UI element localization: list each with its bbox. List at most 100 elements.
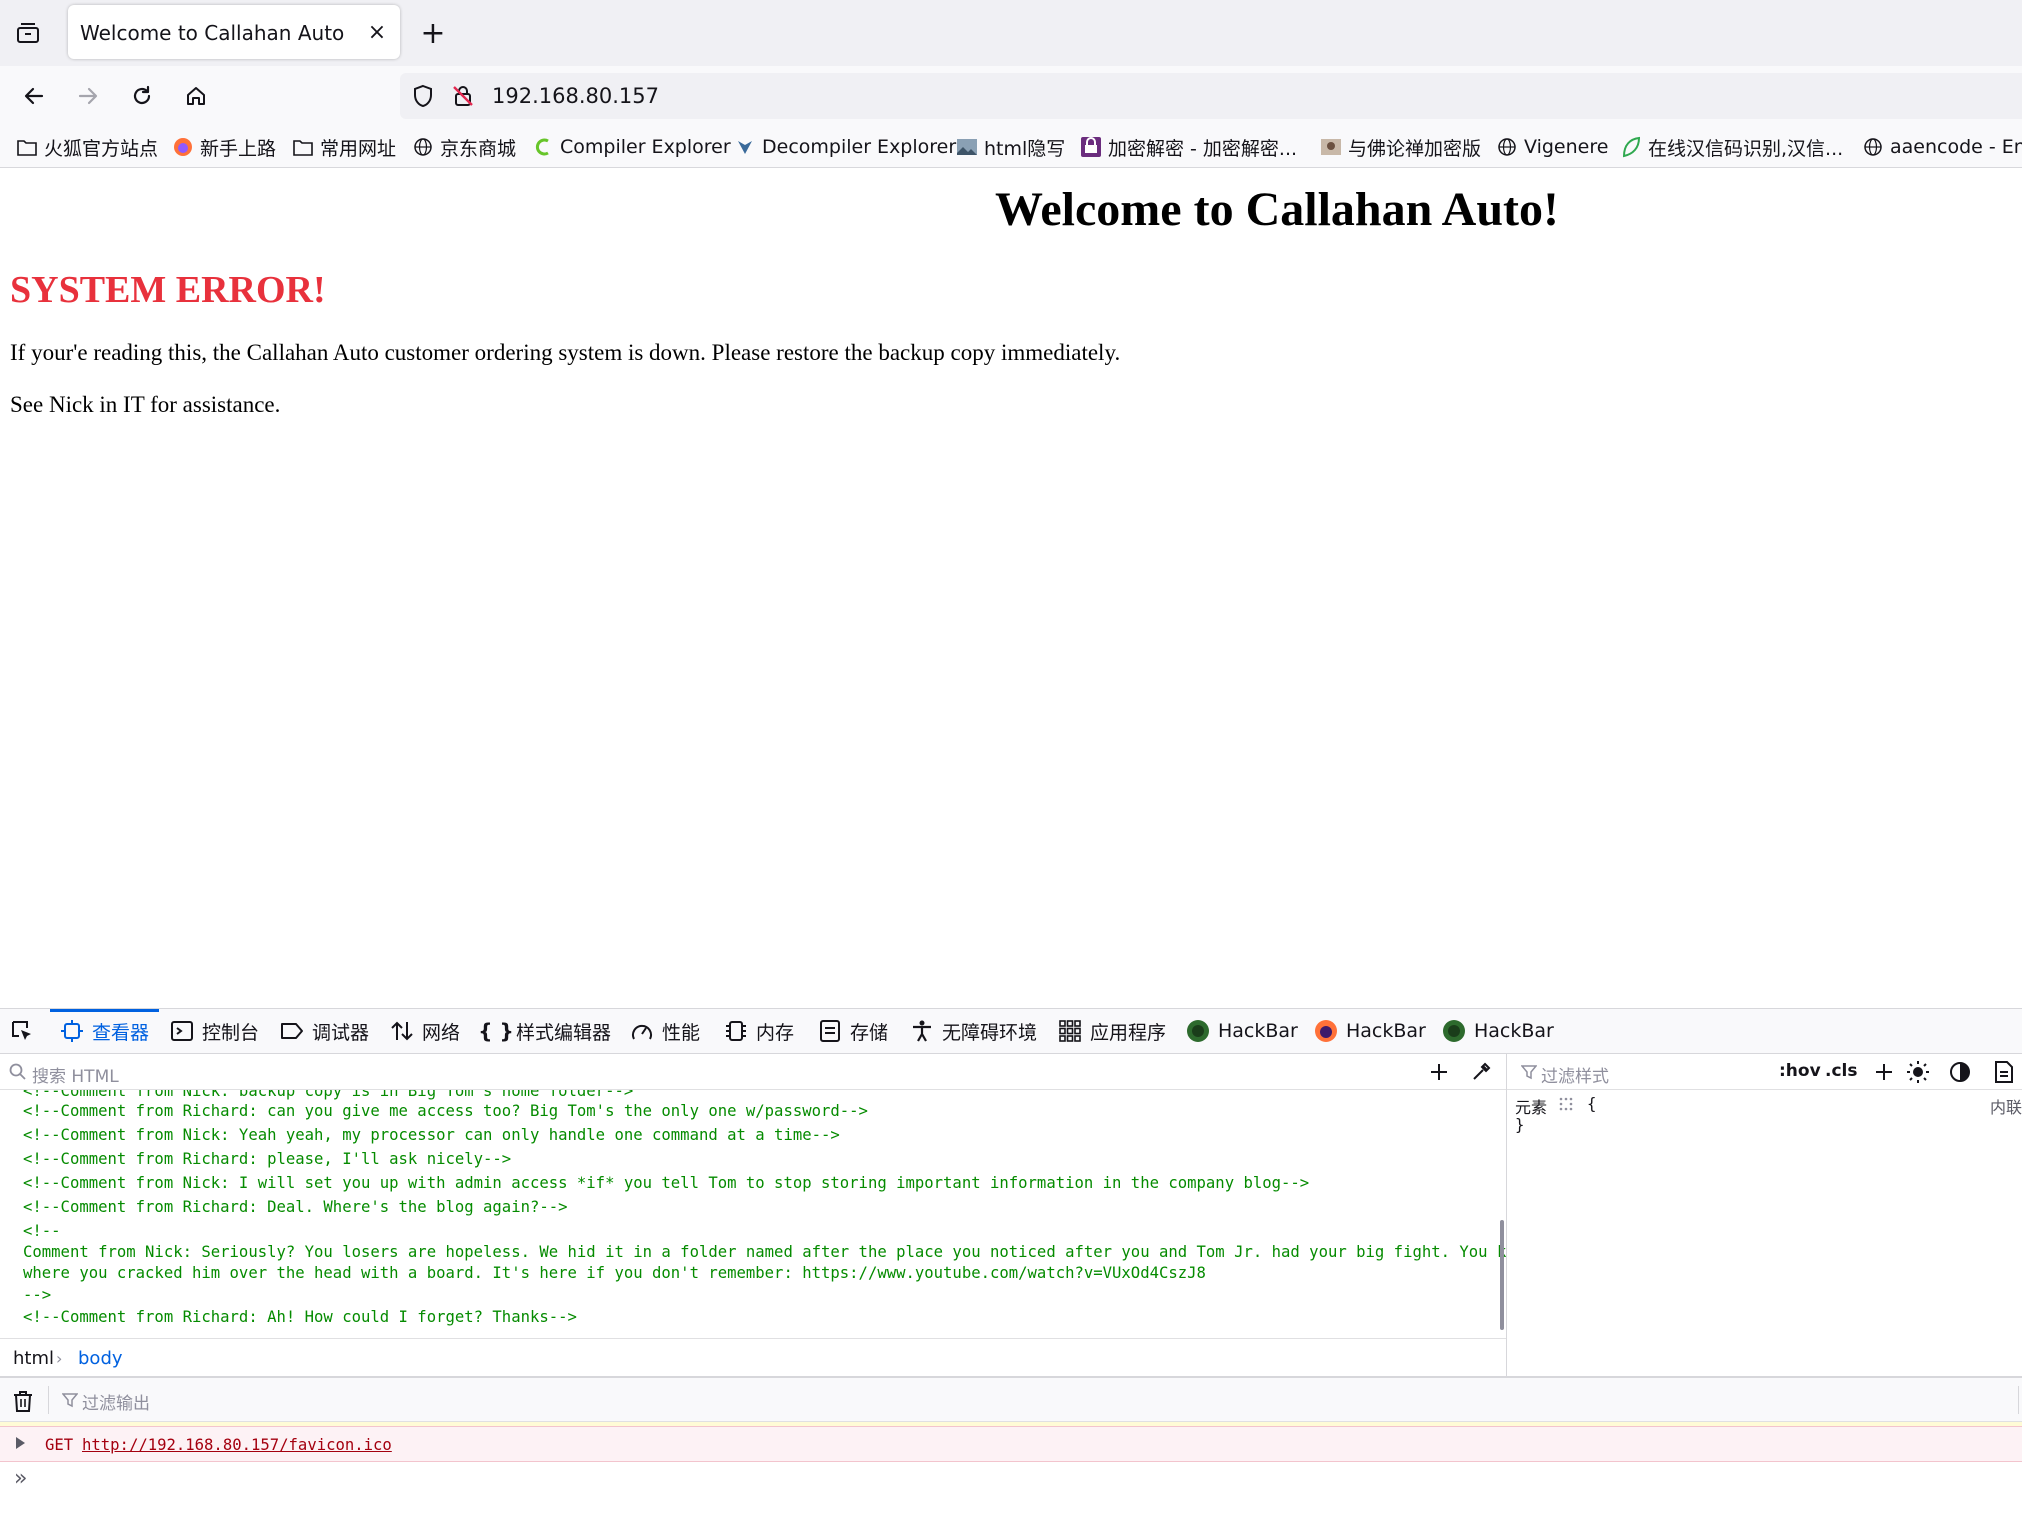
bookmark-item[interactable]: 与佛论禅加密版 (1320, 134, 1481, 160)
element-selector: 元素 (1515, 1098, 1548, 1117)
html-search-bar[interactable]: 搜索 HTML (0, 1054, 1506, 1090)
tab-strip: Welcome to Callahan Auto × + (0, 0, 2022, 66)
shield-icon[interactable] (410, 83, 436, 109)
filter-output-input[interactable]: 过滤输出 (82, 1389, 150, 1414)
url-bar[interactable]: 192.168.80.157 (400, 73, 2022, 119)
folder-icon (292, 136, 314, 158)
breadcrumb-html[interactable]: html (13, 1348, 54, 1369)
markup-view[interactable]: <!--Comment from Nick: backup copy is in… (0, 1090, 1506, 1338)
markup-comment[interactable]: <!--Comment from Nick: I will set you up… (23, 1174, 1309, 1192)
tab-accessibility[interactable]: 无障碍环境 (910, 1009, 1037, 1053)
bookmark-item[interactable]: 京东商城 (412, 134, 516, 160)
bookmark-item[interactable]: aaencode - Enc (1862, 134, 2022, 160)
toolbar-divider (2018, 1386, 2019, 1414)
tab-debugger[interactable]: 调试器 (280, 1009, 369, 1053)
firefox-icon (172, 136, 194, 158)
bookmark-item[interactable]: 常用网址 (292, 134, 396, 160)
tab-close-icon[interactable]: × (364, 19, 390, 45)
inspector-icon (60, 1019, 84, 1043)
tab-hackbar-2[interactable]: HackBar (1314, 1009, 1426, 1053)
breadcrumb-body[interactable]: body (78, 1348, 123, 1369)
markup-comment[interactable]: <!--Comment from Richard: Ah! How could … (23, 1308, 577, 1326)
forward-icon[interactable] (70, 78, 106, 114)
reload-icon[interactable] (124, 78, 160, 114)
insecure-lock-icon[interactable] (450, 83, 476, 109)
error-heading: SYSTEM ERROR! (10, 269, 326, 311)
markup-comment[interactable]: <!--Comment from Richard: Deal. Where's … (23, 1198, 568, 1216)
tab-list-icon[interactable] (10, 16, 46, 50)
close-brace: } (1515, 1116, 1525, 1134)
search-html-placeholder[interactable]: 搜索 HTML (32, 1062, 119, 1087)
tab-hackbar-1[interactable]: HackBar (1186, 1009, 1298, 1053)
globe-icon (1862, 136, 1884, 158)
back-icon[interactable] (16, 78, 52, 114)
bookmark-item[interactable]: 火狐官方站点 (16, 134, 158, 160)
tab-storage[interactable]: 存储 (818, 1009, 888, 1053)
braces-icon: { } (478, 1019, 514, 1043)
active-tab[interactable]: Welcome to Callahan Auto × (68, 5, 400, 59)
console-error-message[interactable]: GET http://192.168.80.157/favicon.ico (0, 1426, 2022, 1462)
add-rule-icon[interactable] (1871, 1059, 1897, 1085)
dark-theme-icon[interactable] (1947, 1059, 1973, 1085)
devtools-toolbar: 查看器 控制台 调试器 网络 { } 样式编辑器 性能 内存 存储 无障碍环境 … (0, 1008, 2022, 1054)
navigation-bar: 192.168.80.157 (0, 66, 2022, 126)
markup-comment[interactable]: <!--Comment from Nick: Yeah yeah, my pro… (23, 1126, 840, 1144)
bookmark-item[interactable]: Compiler Explorer (532, 134, 731, 160)
console-input-prompt[interactable]: » (14, 1466, 27, 1491)
debugger-icon (280, 1019, 304, 1043)
filter-icon (62, 1393, 78, 1408)
search-icon (9, 1063, 26, 1080)
assistance-paragraph: See Nick in IT for assistance. (10, 392, 281, 417)
tab-performance[interactable]: 性能 (630, 1009, 700, 1053)
bookmark-item[interactable]: html隐写 (956, 134, 1065, 160)
globe-icon (1496, 136, 1518, 158)
grip-icon[interactable] (1559, 1097, 1573, 1111)
markup-comment[interactable]: <!-- (23, 1222, 61, 1240)
cls-toggle[interactable]: .cls (1825, 1061, 1857, 1081)
expand-arrow-icon[interactable] (16, 1437, 25, 1449)
open-brace: { (1587, 1095, 1597, 1113)
light-theme-icon[interactable] (1905, 1059, 1931, 1085)
bookmark-item[interactable]: 加密解密 - 加密解密... (1080, 134, 1297, 160)
bookmark-item[interactable]: Decompiler Explorer (734, 134, 956, 160)
markup-comment[interactable]: <!--Comment from Nick: backup copy is in… (23, 1090, 633, 1100)
add-node-icon[interactable] (1426, 1059, 1452, 1085)
tab-application[interactable]: 应用程序 (1058, 1009, 1166, 1053)
markup-comment[interactable]: where you cracked him over the head with… (23, 1264, 1206, 1282)
gauge-icon (630, 1019, 654, 1043)
bookmark-item[interactable]: 在线汉信码识别,汉信... (1620, 134, 1843, 160)
trash-icon[interactable] (10, 1388, 36, 1414)
grid-icon (1058, 1019, 1082, 1043)
dragon-icon (734, 136, 756, 158)
print-media-icon[interactable] (1991, 1059, 2017, 1085)
leaf-icon (1620, 136, 1642, 158)
bookmark-item[interactable]: Vigenere (1496, 134, 1608, 160)
error-paragraph: If your'e reading this, the Callahan Aut… (10, 340, 1121, 365)
tab-network[interactable]: 网络 (390, 1009, 460, 1053)
globe-icon (412, 136, 434, 158)
markup-comment[interactable]: <!--Comment from Richard: can you give m… (23, 1102, 868, 1120)
tab-inspector[interactable]: 查看器 (49, 1009, 160, 1053)
new-tab-button[interactable]: + (416, 16, 450, 51)
tab-memory[interactable]: 内存 (724, 1009, 794, 1053)
bookmark-item[interactable]: 新手上路 (172, 134, 276, 160)
markup-comment[interactable]: --> (23, 1286, 51, 1304)
tab-console[interactable]: 控制台 (170, 1009, 259, 1053)
storage-icon (818, 1019, 842, 1043)
eyedropper-icon[interactable] (1468, 1059, 1494, 1085)
request-method: GET (45, 1436, 74, 1454)
markup-scrollbar[interactable] (1500, 1220, 1504, 1330)
home-icon[interactable] (178, 78, 214, 114)
tab-hackbar-3[interactable]: HackBar (1442, 1009, 1554, 1053)
tab-style-editor[interactable]: { } 样式编辑器 (478, 1009, 611, 1053)
markup-comment[interactable]: Comment from Nick: Seriously? You losers… (23, 1243, 1506, 1261)
element-picker-icon[interactable] (10, 1009, 34, 1053)
hov-toggle[interactable]: :hov (1779, 1061, 1821, 1081)
image-icon (1320, 136, 1342, 158)
toolbar-divider (48, 1386, 49, 1414)
markup-comment[interactable]: <!--Comment from Richard: please, I'll a… (23, 1150, 511, 1168)
inline-label: 内联 (1989, 1098, 2022, 1117)
url-text[interactable]: 192.168.80.157 (492, 84, 659, 108)
filter-styles-input[interactable]: 过滤样式 (1541, 1062, 1609, 1087)
request-url-link[interactable]: http://192.168.80.157/favicon.ico (82, 1436, 392, 1454)
